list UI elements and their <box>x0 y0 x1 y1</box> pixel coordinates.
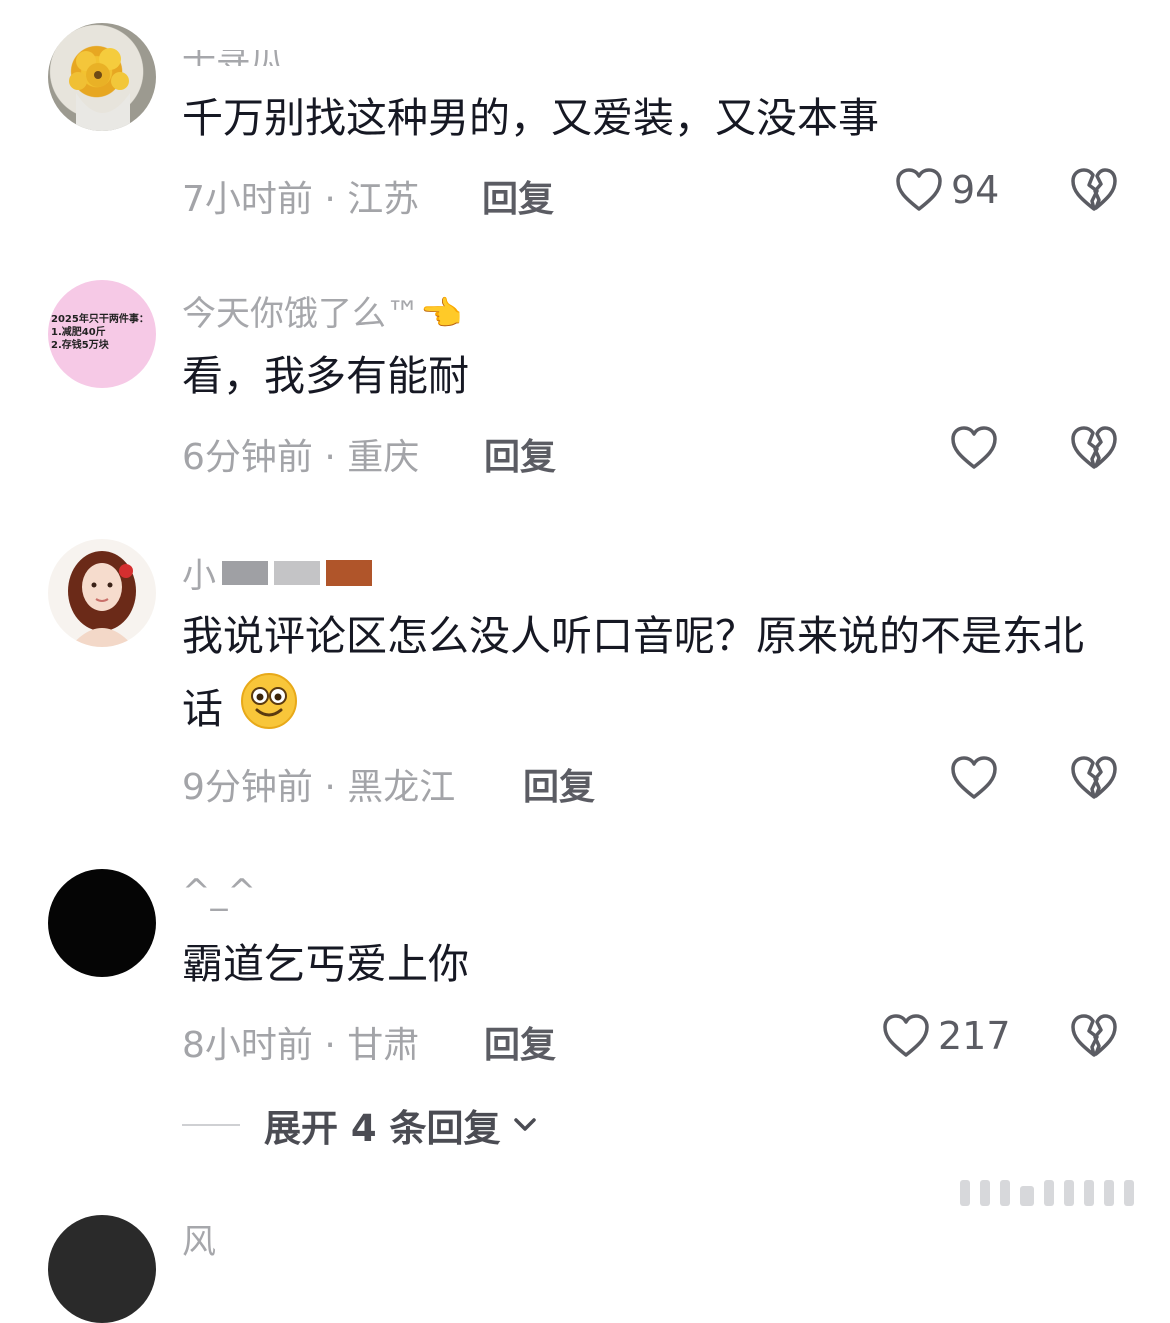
comment-text: 千万别找这种男的，又爱装，又没本事 <box>182 94 879 142</box>
expand-replies-button[interactable]: 展开 4 条回复 <box>182 1098 539 1152</box>
comment-text-content: 我说评论区怎么没人听口音呢？原来说的不是东北话 <box>182 612 1084 733</box>
avatar[interactable]: 2025年只干两件事： 1.减肥40斤 2.存钱5万块 <box>48 280 156 388</box>
avatar[interactable] <box>48 23 156 131</box>
broken-heart-icon <box>1071 426 1117 469</box>
username[interactable]: 今天你饿了么™👈 <box>182 286 462 335</box>
comment-meta: 9分钟前 · 黑龙江 <box>182 767 456 808</box>
broken-heart-icon <box>1071 1014 1117 1057</box>
username-text: 小 <box>182 556 216 596</box>
like-count: 217 <box>938 1014 1011 1058</box>
comment-text: 霸道乞丐爱上你 <box>182 940 469 988</box>
reply-button[interactable]: 回复 <box>484 428 556 480</box>
username-redaction <box>274 560 320 585</box>
comment-text: 看，我多有能耐 <box>182 352 469 400</box>
username[interactable]: 小 <box>182 548 372 597</box>
dislike-button[interactable] <box>1070 167 1118 213</box>
dislike-button[interactable] <box>1070 1013 1118 1059</box>
heart-icon <box>896 168 942 211</box>
divider <box>182 1124 240 1126</box>
username[interactable]: 千寻瓜 <box>182 50 284 66</box>
reply-button[interactable]: 回复 <box>482 170 554 222</box>
heart-icon <box>883 1014 929 1057</box>
avatar-note-line: 2025年只干两件事： <box>51 314 149 325</box>
dislike-button[interactable] <box>1070 425 1118 471</box>
expand-replies-label: 展开 4 条回复 <box>264 1107 501 1150</box>
reply-button[interactable]: 回复 <box>523 758 595 810</box>
heart-icon <box>951 426 997 469</box>
comment-meta: 6分钟前 · 重庆 <box>182 437 420 478</box>
smile-emoji-icon <box>240 672 298 752</box>
broken-heart-icon <box>1071 168 1117 211</box>
username-redaction <box>326 559 372 586</box>
like-button[interactable]: 217 <box>882 1013 1011 1059</box>
avatar[interactable] <box>48 869 156 977</box>
username-next-comment[interactable]: 风 <box>182 1214 216 1263</box>
avatar[interactable] <box>48 539 156 647</box>
comment-meta: 7小时前 · 江苏 <box>182 179 420 220</box>
avatar-note-line: 2.存钱5万块 <box>51 340 109 351</box>
portrait-image <box>68 551 136 647</box>
reply-button[interactable]: 回复 <box>484 1016 556 1068</box>
like-button[interactable]: 94 <box>895 167 999 213</box>
broken-heart-icon <box>1071 756 1117 799</box>
avatar-note-line: 1.减肥40斤 <box>51 327 106 338</box>
like-button[interactable] <box>950 425 998 471</box>
username[interactable]: ^_^ <box>182 872 256 912</box>
comment-meta: 8小时前 · 甘肃 <box>182 1025 420 1066</box>
flower-bouquet-icon <box>69 48 130 131</box>
heart-icon <box>951 756 997 799</box>
dislike-button[interactable] <box>1070 755 1118 801</box>
like-count: 94 <box>951 168 1000 212</box>
username-redaction <box>222 560 268 585</box>
avatar-next-comment[interactable] <box>48 1215 156 1323</box>
chevron-down-icon <box>513 1118 536 1131</box>
watermark <box>960 1180 1134 1206</box>
comment-text: 我说评论区怎么没人听口音呢？原来说的不是东北话 <box>182 600 1122 752</box>
like-button[interactable] <box>950 755 998 801</box>
